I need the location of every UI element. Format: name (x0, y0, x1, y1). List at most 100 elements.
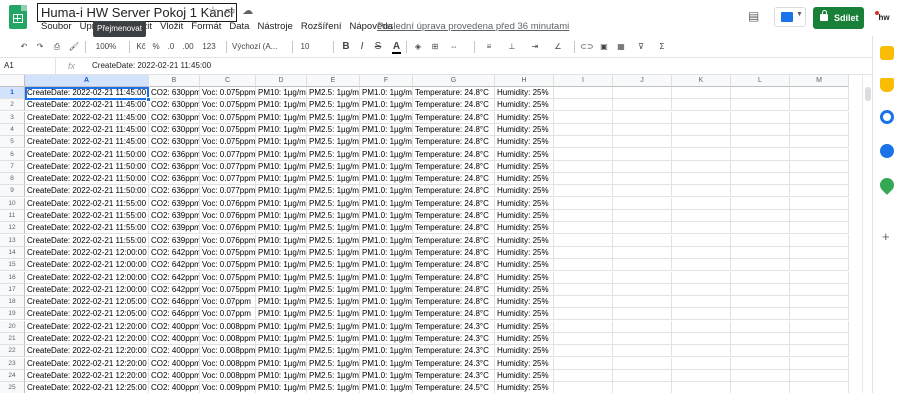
table-cell[interactable]: CreateDate: 2022-02-21 12:20:00 (25, 369, 149, 382)
table-cell[interactable] (554, 283, 613, 296)
table-cell[interactable]: PM2.5: 1µg/m³ (307, 148, 360, 161)
table-cell[interactable] (613, 99, 672, 112)
table-cell[interactable]: Humidity: 25% (495, 99, 554, 112)
table-cell[interactable] (613, 160, 672, 173)
table-cell[interactable] (731, 136, 790, 149)
table-cell[interactable]: PM2.5: 1µg/m³ (307, 111, 360, 124)
table-cell[interactable]: CO2: 630ppm (149, 99, 200, 112)
undo-icon[interactable]: ↶ (18, 39, 30, 55)
table-cell[interactable] (613, 222, 672, 235)
table-cell[interactable]: PM10: 1µg/m³ (256, 382, 307, 393)
table-cell[interactable]: CreateDate: 2022-02-21 11:55:00 (25, 210, 149, 222)
table-cell[interactable]: CreateDate: 2022-02-21 12:00:00 (25, 246, 149, 259)
table-cell[interactable]: CO2: 642ppm (149, 283, 200, 296)
table-cell[interactable] (672, 160, 731, 173)
keep-icon[interactable] (880, 78, 894, 92)
table-cell[interactable]: PM10: 1µg/m³ (256, 333, 307, 345)
table-cell[interactable] (613, 197, 672, 210)
table-cell[interactable] (554, 173, 613, 186)
row-header[interactable]: 17 (0, 283, 25, 296)
table-cell[interactable] (790, 333, 849, 345)
table-cell[interactable] (613, 123, 672, 136)
table-cell[interactable] (672, 320, 731, 333)
table-cell[interactable]: CO2: 636ppm (149, 185, 200, 198)
table-cell[interactable]: Voc: 0.076ppm (200, 234, 256, 247)
row-header[interactable]: 14 (0, 246, 25, 259)
font-family-select[interactable]: Výchozí (A... (232, 39, 282, 55)
table-cell[interactable]: PM2.5: 1µg/m³ (307, 296, 360, 309)
column-header-d[interactable]: D (256, 75, 307, 87)
table-cell[interactable]: CreateDate: 2022-02-21 12:20:00 (25, 345, 149, 358)
table-cell[interactable]: Humidity: 25% (495, 197, 554, 210)
table-cell[interactable] (672, 296, 731, 309)
table-cell[interactable] (731, 234, 790, 247)
table-cell[interactable]: PM1.0: 1µg/m³ (360, 382, 413, 393)
table-cell[interactable]: Temperature: 24.8°C (413, 173, 495, 186)
table-cell[interactable]: PM2.5: 1µg/m³ (307, 369, 360, 382)
row-header[interactable]: 3 (0, 111, 25, 124)
table-cell[interactable] (790, 148, 849, 161)
table-cell[interactable]: CO2: 636ppm (149, 148, 200, 161)
table-cell[interactable]: PM2.5: 1µg/m³ (307, 136, 360, 149)
table-cell[interactable]: PM1.0: 1µg/m³ (360, 357, 413, 370)
table-cell[interactable]: PM2.5: 1µg/m³ (307, 234, 360, 247)
table-cell[interactable]: Temperature: 24.3°C (413, 357, 495, 370)
table-cell[interactable]: CreateDate: 2022-02-21 11:45:00 (25, 123, 149, 136)
table-cell[interactable] (672, 87, 731, 99)
star-icon[interactable]: ☆ (208, 4, 218, 17)
table-cell[interactable]: Humidity: 25% (495, 87, 554, 99)
table-cell[interactable]: Humidity: 25% (495, 345, 554, 358)
table-cell[interactable] (790, 136, 849, 149)
table-cell[interactable] (672, 259, 731, 272)
table-cell[interactable]: Temperature: 24.8°C (413, 246, 495, 259)
column-header-h[interactable]: H (495, 75, 554, 87)
table-cell[interactable]: CO2: 642ppm (149, 271, 200, 284)
table-cell[interactable]: PM2.5: 1µg/m³ (307, 185, 360, 198)
table-cell[interactable] (554, 111, 613, 124)
table-cell[interactable] (613, 308, 672, 321)
table-cell[interactable] (554, 185, 613, 198)
table-cell[interactable]: CreateDate: 2022-02-21 11:55:00 (25, 197, 149, 210)
table-cell[interactable]: Temperature: 24.8°C (413, 160, 495, 173)
table-cell[interactable]: PM10: 1µg/m³ (256, 283, 307, 296)
table-cell[interactable]: PM1.0: 1µg/m³ (360, 333, 413, 345)
horizontal-align-icon[interactable]: ≡ (480, 39, 498, 55)
italic-button[interactable]: I (357, 39, 367, 55)
table-cell[interactable] (731, 210, 790, 222)
table-cell[interactable] (790, 197, 849, 210)
redo-icon[interactable]: ↷ (34, 39, 46, 55)
table-cell[interactable]: Humidity: 25% (495, 173, 554, 186)
table-cell[interactable]: Voc: 0.077ppm (200, 160, 256, 173)
table-cell[interactable]: PM1.0: 1µg/m³ (360, 136, 413, 149)
table-cell[interactable] (731, 160, 790, 173)
table-cell[interactable] (554, 222, 613, 235)
row-header[interactable]: 21 (0, 333, 25, 345)
add-addon-icon[interactable]: + (882, 230, 890, 244)
table-cell[interactable]: PM10: 1µg/m³ (256, 173, 307, 186)
table-cell[interactable]: CreateDate: 2022-02-21 12:05:00 (25, 296, 149, 309)
table-cell[interactable]: PM2.5: 1µg/m³ (307, 160, 360, 173)
table-cell[interactable] (613, 173, 672, 186)
table-cell[interactable] (554, 320, 613, 333)
table-cell[interactable]: PM10: 1µg/m³ (256, 320, 307, 333)
table-cell[interactable]: CO2: 639ppm (149, 210, 200, 222)
table-cell[interactable] (790, 123, 849, 136)
table-cell[interactable]: PM2.5: 1µg/m³ (307, 246, 360, 259)
table-cell[interactable]: PM10: 1µg/m³ (256, 111, 307, 124)
table-cell[interactable] (554, 271, 613, 284)
table-cell[interactable] (554, 345, 613, 358)
table-cell[interactable]: Voc: 0.075ppm (200, 259, 256, 272)
table-cell[interactable]: CreateDate: 2022-02-21 11:55:00 (25, 234, 149, 247)
table-cell[interactable]: Temperature: 24.8°C (413, 136, 495, 149)
row-header[interactable]: 15 (0, 259, 25, 272)
table-cell[interactable] (613, 382, 672, 393)
table-cell[interactable]: CreateDate: 2022-02-21 12:00:00 (25, 259, 149, 272)
table-cell[interactable]: CreateDate: 2022-02-21 11:50:00 (25, 185, 149, 198)
table-cell[interactable] (672, 136, 731, 149)
paint-format-icon[interactable]: 🖌 (68, 39, 80, 55)
table-cell[interactable] (672, 382, 731, 393)
table-cell[interactable]: PM1.0: 1µg/m³ (360, 296, 413, 309)
table-cell[interactable] (790, 234, 849, 247)
table-cell[interactable] (790, 320, 849, 333)
currency-format-button[interactable]: Kč (135, 39, 147, 55)
